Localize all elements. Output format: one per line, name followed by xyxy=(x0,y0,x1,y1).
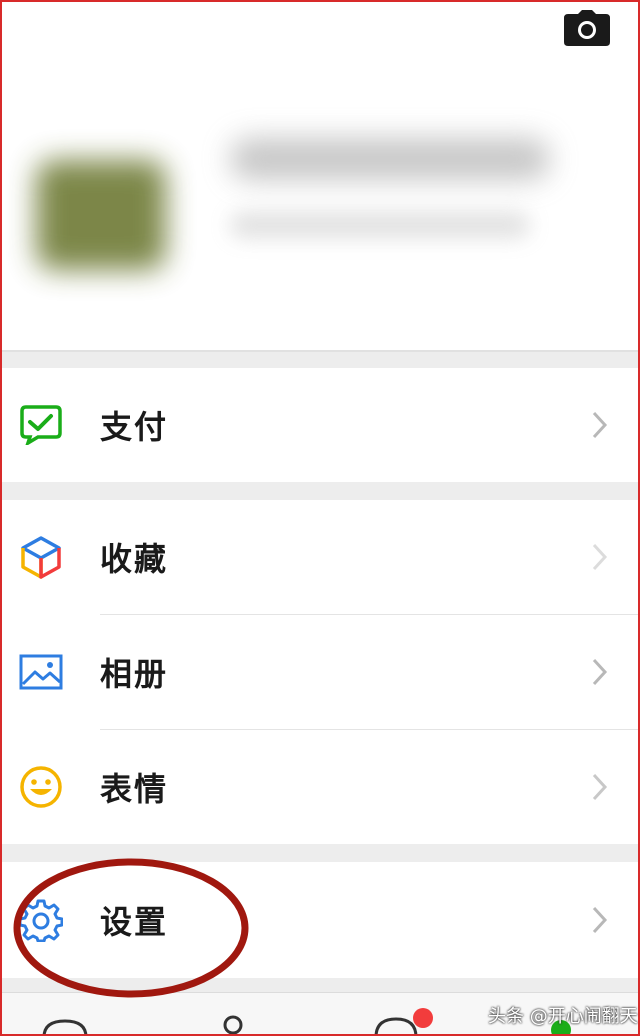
menu-item-label: 表情 xyxy=(100,770,169,808)
section-gap xyxy=(0,352,640,368)
smiley-icon xyxy=(18,764,64,810)
menu-item-label: 设置 xyxy=(100,903,169,941)
menu-item-album[interactable]: 相册 xyxy=(0,615,640,729)
wallet-check-icon xyxy=(18,402,64,448)
chevron-right-icon xyxy=(588,904,610,936)
camera-icon[interactable] xyxy=(564,10,610,46)
watermark: 头条 @开心闹翻天 xyxy=(488,1006,638,1027)
menu-item-pay[interactable]: 支付 xyxy=(0,368,640,482)
section-gap xyxy=(0,844,640,862)
chat-tab-icon[interactable] xyxy=(40,1019,90,1036)
menu-item-label: 相册 xyxy=(100,655,169,693)
account-id-blurred xyxy=(230,212,530,238)
chevron-right-icon xyxy=(588,771,610,803)
menu-item-label: 收藏 xyxy=(100,540,169,578)
section-gap xyxy=(0,482,640,500)
cube-icon xyxy=(18,534,64,580)
menu-item-settings[interactable]: 设置 xyxy=(0,862,640,978)
gear-icon xyxy=(18,897,64,943)
notification-badge xyxy=(412,1007,434,1033)
chevron-right-icon xyxy=(588,541,610,573)
menu-item-favorites[interactable]: 收藏 xyxy=(0,500,640,614)
menu-item-stickers[interactable]: 表情 xyxy=(0,730,640,844)
chevron-right-icon xyxy=(588,409,610,441)
avatar[interactable] xyxy=(36,160,166,270)
chevron-right-icon xyxy=(588,656,610,688)
contacts-tab-icon[interactable] xyxy=(218,1013,248,1036)
section-gap xyxy=(0,978,640,992)
image-icon xyxy=(18,649,64,695)
menu-item-label: 支付 xyxy=(100,408,169,446)
profile-header[interactable] xyxy=(0,0,640,352)
nickname-blurred xyxy=(230,138,550,180)
